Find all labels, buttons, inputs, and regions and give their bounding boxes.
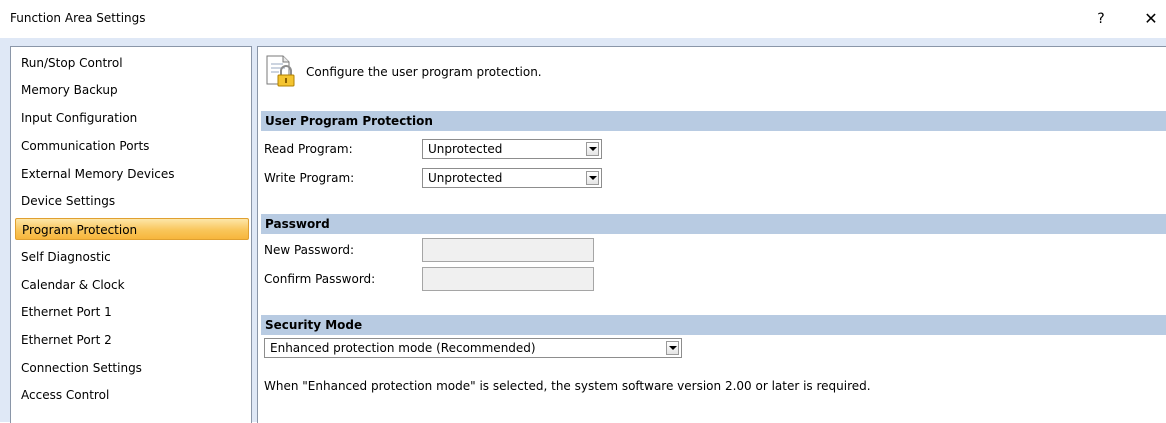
help-button[interactable]: ? <box>1090 8 1112 30</box>
chevron-down-icon[interactable] <box>586 142 599 156</box>
write-program-label: Write Program: <box>264 171 355 185</box>
sidebar-item-ethernet-port-2[interactable]: Ethernet Port 2 <box>15 329 249 351</box>
sidebar-item-program-protection[interactable]: Program Protection <box>15 218 249 240</box>
section-header-user-program-protection: User Program Protection <box>261 111 1166 131</box>
security-mode-note: When "Enhanced protection mode" is selec… <box>264 379 871 393</box>
sidebar-item-external-memory-devices[interactable]: External Memory Devices <box>15 163 249 185</box>
lock-document-icon <box>264 54 298 88</box>
read-program-label: Read Program: <box>264 142 353 156</box>
sidebar-item-calendar-clock[interactable]: Calendar & Clock <box>15 274 249 296</box>
close-button[interactable]: ✕ <box>1140 8 1162 30</box>
sidebar-item-access-control[interactable]: Access Control <box>15 384 249 406</box>
chevron-down-icon[interactable] <box>666 341 679 355</box>
sidebar-item-run-stop-control[interactable]: Run/Stop Control <box>15 52 249 74</box>
sidebar-item-ethernet-port-1[interactable]: Ethernet Port 1 <box>15 301 249 323</box>
sidebar-item-connection-settings[interactable]: Connection Settings <box>15 357 249 379</box>
section-header-password: Password <box>261 214 1166 234</box>
section-header-security-mode: Security Mode <box>261 315 1166 335</box>
confirm-password-field[interactable] <box>422 267 594 291</box>
sidebar-item-memory-backup[interactable]: Memory Backup <box>15 79 249 101</box>
function-area-list: Run/Stop Control Memory Backup Input Con… <box>10 46 252 423</box>
confirm-password-label: Confirm Password: <box>264 272 376 286</box>
write-program-dropdown[interactable]: Unprotected <box>422 168 602 188</box>
chevron-down-icon[interactable] <box>586 171 599 185</box>
dialog-body: Run/Stop Control Memory Backup Input Con… <box>0 38 1166 423</box>
settings-panel: Configure the user program protection. U… <box>257 46 1166 423</box>
sidebar-item-device-settings[interactable]: Device Settings <box>15 190 249 212</box>
window-title: Function Area Settings <box>10 11 146 25</box>
read-program-value: Unprotected <box>428 142 503 156</box>
security-mode-dropdown[interactable]: Enhanced protection mode (Recommended) <box>264 338 682 358</box>
sidebar-item-input-configuration[interactable]: Input Configuration <box>15 107 249 129</box>
sidebar-item-self-diagnostic[interactable]: Self Diagnostic <box>15 246 249 268</box>
security-mode-value: Enhanced protection mode (Recommended) <box>270 341 536 355</box>
write-program-value: Unprotected <box>428 171 503 185</box>
new-password-field[interactable] <box>422 238 594 262</box>
title-bar: Function Area Settings ? ✕ <box>0 0 1166 38</box>
panel-description: Configure the user program protection. <box>306 65 542 79</box>
new-password-label: New Password: <box>264 243 355 257</box>
read-program-dropdown[interactable]: Unprotected <box>422 139 602 159</box>
sidebar-item-communication-ports[interactable]: Communication Ports <box>15 135 249 157</box>
